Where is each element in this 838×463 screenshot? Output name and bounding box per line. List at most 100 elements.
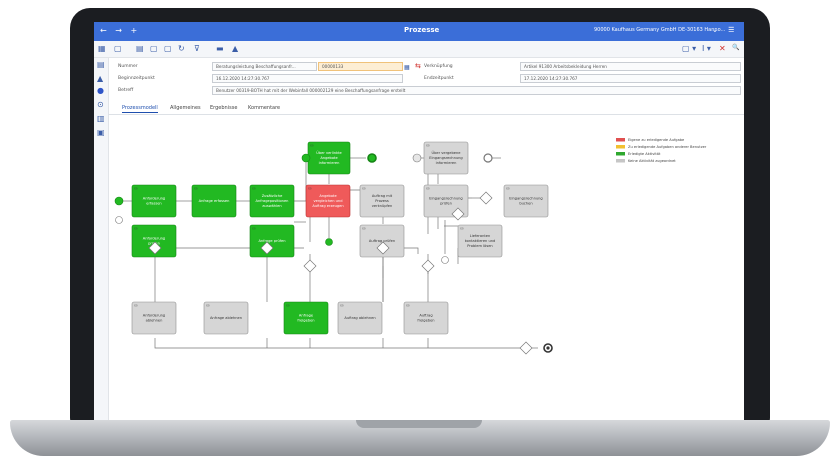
user-task-icon: ⚇ [362,186,366,191]
task-label: Anfrage erfassen [199,199,230,203]
legend: Eigene zu erledigende Aufgabe Zu erledige… [616,138,707,163]
user-task-icon: ⚇ [506,186,510,191]
task-label: Anforderung ablehnen [143,313,165,322]
user-task-icon: ⚇ [134,186,138,191]
new-doc-icon[interactable]: ▢ [114,44,122,53]
user-task-icon: ⚇ [426,186,430,191]
legend-label: Erledigte Aktivität [628,152,661,156]
nummer-field[interactable]: Beratungsleistung Beschaffungsanfr... [212,62,317,71]
user-task-icon: ⚇ [252,226,256,231]
link-icon[interactable]: ⇆ [415,62,421,70]
nummer-id-field[interactable]: 00000133 [318,62,403,71]
task-t6[interactable]: ⚇ Anfrage prüfen [249,224,295,258]
user-task-icon: ⚇ [194,186,198,191]
verknuepfung-label: Verknüpfung [424,64,453,69]
gateway-diamond [421,259,435,273]
left-sidebar: ▤ ▲ ● ⊙ ▥ ▣ [94,58,109,420]
task-t1[interactable]: ⚇Anforderung erfassen [131,184,177,218]
user-task-icon: ⚇ [134,303,138,308]
search-icon[interactable]: 🔍 [732,44,739,51]
legend-label: Eigene zu erledigende Aufgabe [628,138,685,142]
calendar-icon[interactable]: ▥ [97,114,105,123]
process-form: Nummer Beratungsleistung Beschaffungsanf… [108,58,744,108]
calendar-icon[interactable]: ▦ [404,64,410,71]
betreff-field[interactable]: Benutzer 00319-BOTH hat mit der Webinfal… [212,86,741,95]
tab-prozessmodell[interactable]: Prozessmodell [122,105,158,113]
grid-icon[interactable]: ▦ [98,44,106,53]
betreff-label: Betreff [118,88,134,93]
task-t7[interactable]: ⚇Angebote vergleichen und Auftrag erzeugen [305,184,351,218]
task-t17[interactable]: ⚇ Auftrag ablehnen [337,301,383,335]
gateway-diamond [479,191,493,205]
task-t2[interactable]: ⚇ Anfrage erfassen [191,184,237,218]
menu-icon[interactable]: ⌄ ☰ [712,26,738,34]
legend-swatch [616,145,625,149]
person-icon[interactable]: ▲ [97,74,103,83]
ende-field[interactable]: 17.12.2020 14:27:30.767 [520,74,741,83]
user-task-icon: ⚇ [206,303,210,308]
end-event [367,153,377,163]
task-t13[interactable]: ⚇Lieferanten kontaktieren und Problem löse… [457,224,503,258]
refresh-icon[interactable]: ↻ [178,44,185,53]
close-icon[interactable]: ✕ [719,44,726,53]
task-t3[interactable]: ⚇Zusätzliche Anfragepositionen auswählen [249,184,295,218]
notification-icon[interactable]: ● [97,86,104,95]
gateway-diamond [303,259,317,273]
user-task-icon: ⚇ [340,303,344,308]
toolbar: ▦ ▢ ▤ ▢ ▢ ↻ ⊽ ▬ ▲ ▢ ▾ I ▾ ✕ 🔍 [94,41,744,58]
task-t12[interactable]: ⚇Eingangsrechnung buchen [503,184,549,218]
verknuepfung-field[interactable]: Artikel 91300 Arbeitsbekleidung Herren [520,62,741,71]
legend-swatch [616,138,625,142]
company-selector[interactable]: 90000 Kaufhaus Germany GmbH DE-30163 Han… [594,27,725,33]
task-label: Anfrage prüfen [258,239,285,243]
task-t16[interactable]: ⚇ Anfrage freigeben [283,301,329,335]
task-label: Auftrag ablehnen [344,316,375,320]
target-icon[interactable]: ⊙ [97,100,104,109]
intermediate-event [325,238,333,246]
tab-allgemeines[interactable]: Allgemeines [170,105,201,111]
printer-icon[interactable]: ▲ [232,44,238,53]
list-icon[interactable]: ▤ [97,60,105,69]
end-event [483,153,493,163]
task-t4[interactable]: ⚇Über verlinkte Angebote informieren [307,141,351,175]
user-task-icon: ⚇ [252,186,256,191]
legend-swatch [616,159,625,163]
app-screen: ← → + Prozesse 90000 Kaufhaus Germany Gm… [94,22,744,420]
filter-icon[interactable]: ⊽ [194,44,200,53]
task-t8[interactable]: ⚇Auftrag mit Prozess verknüpfen [359,184,405,218]
nummer-label: Nummer [118,64,138,69]
gateway-diamond [519,341,533,355]
start-event [114,196,124,206]
user-task-icon: ⚇ [426,143,430,148]
task-t15[interactable]: ⚇ Anfrage ablehnen [203,301,249,335]
save-icon[interactable]: ▤ [136,44,144,53]
sequence-flow [154,338,526,349]
user-task-icon: ⚇ [460,226,464,231]
tab-ergebnisse[interactable]: Ergebnisse [210,105,237,111]
laptop-notch [356,420,482,428]
nav-arrows-icon[interactable]: ← → + [100,26,140,35]
task-t18[interactable]: ⚇ Auftrag freigeben [403,301,449,335]
copy-icon[interactable]: ▢ [150,44,158,53]
process-diagram: Eigene zu erledigende Aufgabe Zu erledige… [114,138,707,355]
settings-dropdown-icon[interactable]: I ▾ [702,44,711,53]
user-task-icon: ⚇ [308,186,312,191]
beginn-field[interactable]: 16.12.2020 14:27:30.767 [212,74,403,83]
user-task-icon: ⚇ [134,226,138,231]
view-dropdown-icon[interactable]: ▢ ▾ [682,44,696,53]
user-task-icon: ⚇ [310,143,314,148]
tab-kommentare[interactable]: Kommentare [248,105,280,111]
timer-event [115,216,123,224]
dash-icon[interactable]: ▬ [216,44,224,53]
doc-icon[interactable]: ▢ [164,44,172,53]
user-task-icon: ⚇ [406,303,410,308]
task-t14[interactable]: ⚇ Anforderung ablehnen [131,301,177,335]
legend-label: Zu erledigende Aufgaben anderer Benutzer [628,145,707,149]
task-t10[interactable]: ⚇Über vergebene Eingangsrechnung informier… [423,141,469,175]
beginn-label: Beginnzeitpunkt [118,76,155,81]
ende-label: Endzeitpunkt [424,76,454,81]
panel-icon[interactable]: ▣ [97,128,105,137]
window-title: Prozesse [404,26,440,34]
start-event [301,153,311,163]
task-label: Anfrage freigeben [297,313,314,322]
